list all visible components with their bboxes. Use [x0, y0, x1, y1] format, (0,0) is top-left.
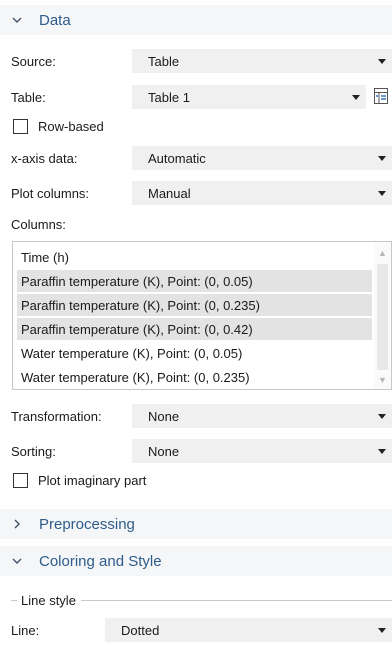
- source-value: Table: [148, 53, 180, 69]
- settings-panel: Data Source: Table Table: Table 1 Row-ba…: [0, 0, 392, 645]
- dropdown-arrow-icon: [374, 146, 390, 170]
- line-label: Line:: [11, 623, 40, 638]
- columns-list[interactable]: Time (h) Paraffin temperature (K), Point…: [12, 241, 392, 390]
- list-item[interactable]: Paraffin temperature (K), Point: (0, 0.0…: [17, 270, 372, 292]
- checkbox-box[interactable]: [13, 119, 28, 134]
- scroll-thumb[interactable]: [377, 264, 388, 370]
- section-header-preprocessing[interactable]: Preprocessing: [0, 509, 392, 539]
- list-item[interactable]: Water temperature (K), Point: (0, 0.05): [17, 342, 372, 364]
- list-item-text: Paraffin temperature (K), Point: (0, 0.4…: [21, 321, 253, 337]
- sorting-select[interactable]: None: [132, 439, 392, 463]
- table-settings-icon[interactable]: [371, 85, 391, 107]
- divider: [80, 599, 392, 601]
- dropdown-arrow-icon: [374, 404, 390, 428]
- sorting-label: Sorting:: [11, 444, 56, 459]
- plot-columns-value: Manual: [148, 185, 191, 201]
- dropdown-arrow-icon: [374, 49, 390, 73]
- list-item-text: Paraffin temperature (K), Point: (0, 0.2…: [21, 297, 260, 313]
- x-axis-value: Automatic: [148, 150, 206, 166]
- scroll-down-icon[interactable]: ▼: [374, 372, 391, 388]
- divider: [11, 599, 17, 601]
- table-select[interactable]: Table 1: [132, 85, 366, 109]
- transformation-value: None: [148, 408, 180, 424]
- sorting-value: None: [148, 443, 180, 459]
- source-label: Source:: [11, 54, 56, 69]
- plot-imaginary-checkbox[interactable]: Plot imaginary part: [13, 473, 146, 488]
- list-scrollbar[interactable]: ▲ ▼: [374, 242, 391, 389]
- list-item[interactable]: Paraffin temperature (K), Point: (0, 0.2…: [17, 294, 372, 316]
- line-style-title: Line style: [21, 592, 76, 608]
- list-item-text: Paraffin temperature (K), Point: (0, 0.0…: [21, 273, 253, 289]
- list-item[interactable]: Paraffin temperature (K), Point: (0, 0.4…: [17, 318, 372, 340]
- list-item[interactable]: Time (h): [17, 246, 372, 268]
- row-based-label: Row-based: [38, 119, 104, 134]
- list-item-text: Water temperature (K), Point: (0, 0.235): [21, 369, 250, 385]
- scroll-up-icon[interactable]: ▲: [374, 245, 391, 261]
- line-select[interactable]: Dotted: [105, 618, 392, 642]
- x-axis-select[interactable]: Automatic: [132, 146, 392, 170]
- table-value: Table 1: [148, 89, 190, 105]
- x-axis-label: x-axis data:: [11, 151, 78, 166]
- plot-columns-label: Plot columns:: [11, 186, 90, 201]
- plot-columns-select[interactable]: Manual: [132, 181, 392, 205]
- table-label: Table:: [11, 90, 46, 105]
- line-value: Dotted: [121, 622, 160, 638]
- source-select[interactable]: Table: [132, 49, 392, 73]
- line-style-group: Line style: [11, 591, 392, 609]
- section-title-preprocessing: Preprocessing: [39, 515, 135, 533]
- checkbox-box[interactable]: [13, 473, 28, 488]
- section-title-coloring: Coloring and Style: [39, 552, 162, 570]
- section-header-data[interactable]: Data: [0, 5, 392, 35]
- list-item-text: Time (h): [21, 249, 69, 265]
- transformation-label: Transformation:: [11, 409, 102, 424]
- dropdown-arrow-icon: [374, 181, 390, 205]
- row-based-checkbox[interactable]: Row-based: [13, 119, 104, 134]
- dropdown-arrow-icon: [374, 439, 390, 463]
- dropdown-arrow-icon: [348, 85, 364, 109]
- dropdown-arrow-icon: [374, 618, 390, 642]
- section-title-data: Data: [39, 11, 71, 29]
- chevron-down-icon: [12, 556, 22, 566]
- list-item[interactable]: Water temperature (K), Point: (0, 0.235): [17, 366, 372, 388]
- section-header-coloring[interactable]: Coloring and Style: [0, 546, 392, 576]
- chevron-right-icon: [12, 519, 22, 529]
- list-item-text: Water temperature (K), Point: (0, 0.05): [21, 345, 243, 361]
- columns-label: Columns:: [11, 217, 66, 232]
- plot-imaginary-label: Plot imaginary part: [38, 473, 147, 488]
- chevron-down-icon: [12, 15, 22, 25]
- transformation-select[interactable]: None: [132, 404, 392, 428]
